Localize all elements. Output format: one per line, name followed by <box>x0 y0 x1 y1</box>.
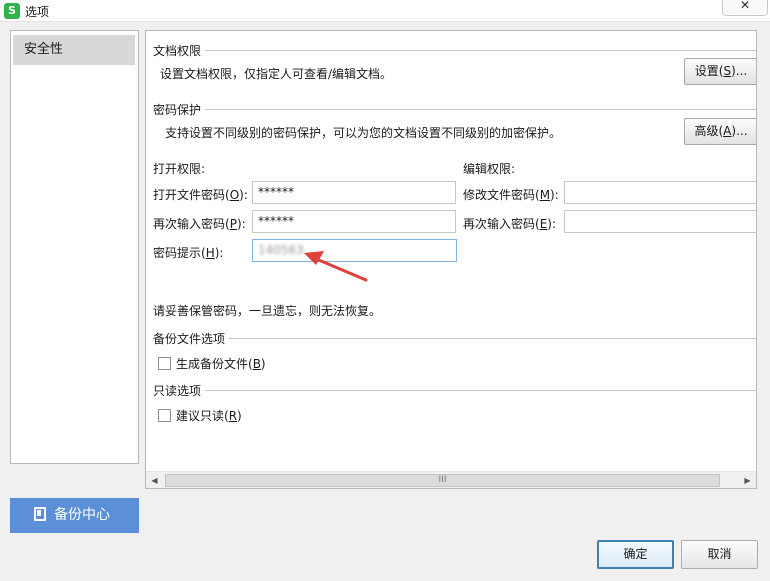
generate-backup-label[interactable]: 生成备份文件(B) <box>176 355 266 372</box>
advanced-encryption-button[interactable]: 高级(A)... <box>684 118 756 145</box>
doc-permission-desc: 设置文档权限，仅指定人可查看/编辑文档。 <box>160 67 393 81</box>
recommend-readonly-label[interactable]: 建议只读(R) <box>176 407 242 424</box>
scroll-right-icon[interactable]: ▶ <box>739 472 756 488</box>
modify-password-input[interactable] <box>564 181 756 204</box>
password-warning-text: 请妥善保管密码，一旦遗忘，则无法恢复。 <box>153 304 382 318</box>
backup-icon <box>34 507 46 521</box>
confirm-open-password-input[interactable]: ****** <box>252 210 456 233</box>
annotation-arrow-icon <box>304 251 368 282</box>
cancel-button[interactable]: 取消 <box>681 540 758 569</box>
password-protection-title: 密码保护 <box>153 103 202 117</box>
window-title: 选项 <box>25 5 50 19</box>
confirm-open-password-label: 再次输入密码(P): <box>153 217 246 231</box>
title-bar: S 选项 ✕ <box>0 0 770 22</box>
section-divider <box>205 109 756 110</box>
open-permission-heading: 打开权限: <box>153 162 206 176</box>
generate-backup-checkbox[interactable] <box>158 357 171 370</box>
backup-center-label: 备份中心 <box>54 507 110 523</box>
security-settings-panel: 文档权限 设置文档权限，仅指定人可查看/编辑文档。 设置(S)... 密码保护 … <box>145 30 757 489</box>
sidebar-item-security[interactable]: 安全性 <box>13 35 135 65</box>
password-hint-label: 密码提示(H): <box>153 246 224 260</box>
backup-options-title: 备份文件选项 <box>153 332 226 346</box>
open-password-input[interactable]: ****** <box>252 181 456 204</box>
ok-button[interactable]: 确定 <box>597 540 674 569</box>
close-button[interactable]: ✕ <box>722 0 768 16</box>
confirm-modify-password-label: 再次输入密码(E): <box>463 217 557 231</box>
backup-center-button[interactable]: 备份中心 <box>10 498 139 533</box>
section-divider <box>229 338 756 339</box>
scrollbar-thumb[interactable]: III <box>165 474 720 487</box>
doc-permission-settings-button[interactable]: 设置(S)... <box>684 58 756 85</box>
edit-permission-heading: 编辑权限: <box>463 162 516 176</box>
password-protection-desc: 支持设置不同级别的密码保护，可以为您的文档设置不同级别的加密保护。 <box>165 126 562 140</box>
scroll-left-icon[interactable]: ◀ <box>146 472 163 488</box>
section-divider <box>205 390 756 391</box>
section-divider <box>205 50 756 51</box>
doc-permission-title: 文档权限 <box>153 44 202 58</box>
wps-app-icon: S <box>4 3 20 19</box>
confirm-modify-password-input[interactable] <box>564 210 756 233</box>
grip-icon: III <box>438 475 447 485</box>
horizontal-scrollbar[interactable]: ◀ III ▶ <box>146 471 756 488</box>
recommend-readonly-checkbox[interactable] <box>158 409 171 422</box>
open-password-label: 打开文件密码(O): <box>153 188 248 202</box>
readonly-options-title: 只读选项 <box>153 384 202 398</box>
settings-sidebar: 安全性 <box>10 30 139 464</box>
modify-password-label: 修改文件密码(M): <box>463 188 559 202</box>
